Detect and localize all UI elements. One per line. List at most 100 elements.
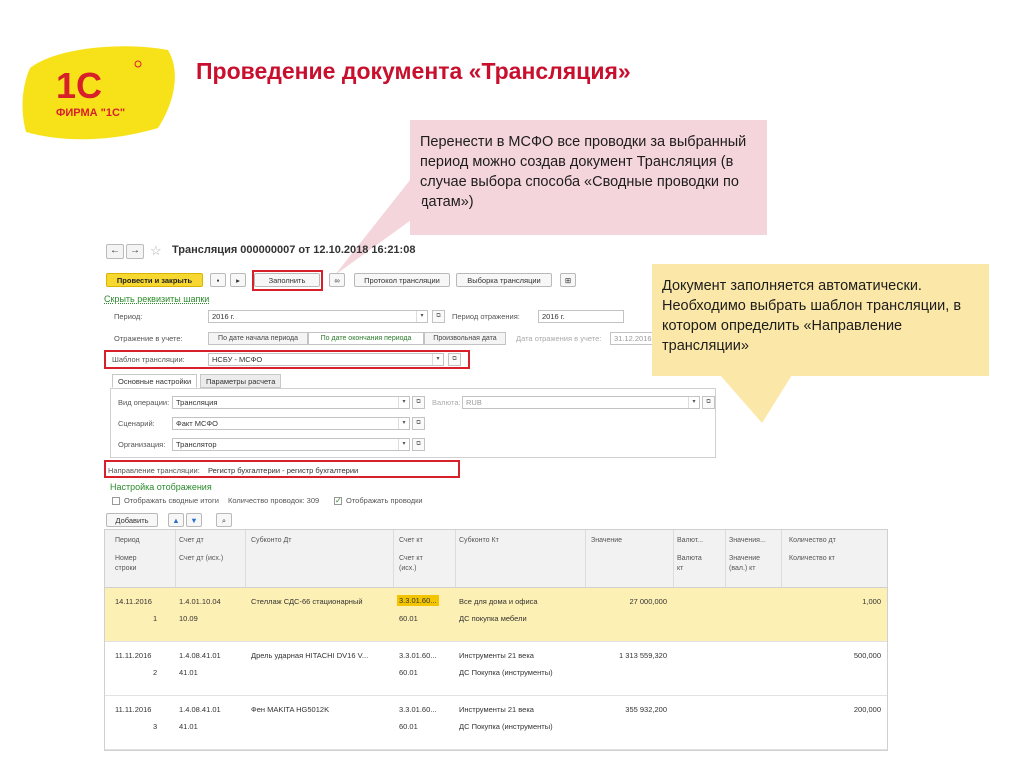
cell-acc-dt-src: 41.01 xyxy=(179,722,198,731)
tab-calc-params[interactable]: Параметры расчета xyxy=(200,374,282,388)
cell-acc-kt-src: 60.01 xyxy=(399,668,418,677)
col-curr-2b[interactable]: кт xyxy=(677,564,683,574)
fill-highlight xyxy=(252,270,323,291)
cell-sub-dt: Стеллаж СДС-66 стационарный xyxy=(251,597,363,606)
table-header: Период Номер строки Счет дт Счет дт (исх… xyxy=(105,530,887,588)
post-and-close-button[interactable]: Провести и закрыть xyxy=(106,273,203,287)
show-summary-checkbox[interactable] xyxy=(112,497,120,505)
col-val-curr-2b[interactable]: (вал.) кт xyxy=(729,564,756,574)
cell-date: 11.11.2016 xyxy=(115,651,152,660)
cell-qty: 200,000 xyxy=(853,705,881,714)
page-title: Проведение документа «Трансляция» xyxy=(196,58,631,84)
post-icon[interactable]: ▸ xyxy=(230,273,246,287)
cell-acc-kt: 3.3.01.60... xyxy=(399,651,437,660)
cell-acc-dt-src: 41.01 xyxy=(179,668,198,677)
period-field[interactable]: 2016 г. ▾ xyxy=(208,310,428,323)
show-entries-checkbox[interactable]: ✓ xyxy=(334,497,342,505)
cell-acc-dt-src: 10.09 xyxy=(179,614,198,623)
cell-num: 2 xyxy=(153,668,158,677)
logo-caption: ФИРМА "1С" xyxy=(56,107,125,119)
scenario-field[interactable]: Факт МСФО ▾ xyxy=(172,417,410,430)
seg-custom-date[interactable]: Произвольная дата xyxy=(424,332,506,345)
selection-button[interactable]: Выборка трансляции xyxy=(456,273,552,287)
structure-icon[interactable]: ⊞ xyxy=(560,273,576,287)
logo: 1С ФИРМА "1С" xyxy=(18,40,188,145)
col-sub-kt[interactable]: Субконто Кт xyxy=(459,536,499,546)
seg-by-end-date[interactable]: По дате окончания периода xyxy=(308,332,424,345)
cell-sub-dt: Фен MAKITA HG5012K xyxy=(251,705,330,714)
cell-date: 11.11.2016 xyxy=(115,705,152,714)
open-icon[interactable]: ⧉ xyxy=(702,396,715,409)
direction-highlight xyxy=(104,460,460,478)
col-row-no-1[interactable]: Номер xyxy=(115,554,137,564)
open-icon[interactable]: ⧉ xyxy=(412,417,425,430)
col-val-curr-2a[interactable]: Значение xyxy=(729,554,760,564)
dropdown-arrow-icon[interactable]: ▾ xyxy=(398,418,409,429)
col-acc-kt[interactable]: Счет кт xyxy=(399,536,423,546)
nav-forward-button[interactable]: → xyxy=(126,244,144,259)
table-row[interactable]: 11.11.2016 2 1.4.08.41.01 41.01 Дрель уд… xyxy=(105,642,887,696)
dropdown-arrow-icon[interactable]: ▾ xyxy=(416,311,427,322)
nav-back-button[interactable]: ← xyxy=(106,244,124,259)
search-icon[interactable]: ⌕ xyxy=(216,513,232,527)
table-row[interactable]: 11.11.2016 3 1.4.08.41.01 41.01 Фен MAKI… xyxy=(105,696,887,750)
cell-sub-kt-2: ДС Покупка (инструменты) xyxy=(459,668,553,677)
col-curr-1[interactable]: Валют... xyxy=(677,536,703,546)
period-label: Период: xyxy=(114,312,143,321)
callout-auto-fill: Документ заполняется автоматически. Необ… xyxy=(652,264,989,376)
col-curr-2a[interactable]: Валюта xyxy=(677,554,702,564)
show-summary-label: Отображать сводные итоги xyxy=(124,496,219,505)
open-icon[interactable]: ⧉ xyxy=(412,438,425,451)
col-acc-dt[interactable]: Счет дт xyxy=(179,536,204,546)
col-value[interactable]: Значение xyxy=(591,536,622,546)
favorite-star-icon[interactable]: ☆ xyxy=(150,243,162,259)
dropdown-arrow-icon[interactable]: ▾ xyxy=(688,397,699,408)
col-qty-kt[interactable]: Количество кт xyxy=(789,554,835,564)
col-sub-dt[interactable]: Субконто Дт xyxy=(251,536,291,546)
currency-field[interactable]: RUB ▾ xyxy=(462,396,700,409)
col-acc-dt-src[interactable]: Счет дт (исх.) xyxy=(179,554,223,564)
entries-count: Количество проводок: 309 xyxy=(228,496,320,505)
protocol-button[interactable]: Протокол трансляции xyxy=(354,273,450,287)
col-period[interactable]: Период xyxy=(115,536,140,546)
cell-num: 3 xyxy=(153,722,158,731)
cell-acc-kt[interactable]: 3.3.01.60... xyxy=(397,595,439,606)
operation-field[interactable]: Трансляция ▾ xyxy=(172,396,410,409)
col-acc-kt-src-1[interactable]: Счет кт xyxy=(399,554,423,564)
cell-num: 1 xyxy=(153,614,158,623)
cell-sub-dt: Дрель ударная HITACHI DV16 V... xyxy=(251,651,369,660)
cell-value: 355 932,200 xyxy=(625,705,667,714)
reflection-period-field[interactable]: 2016 г. xyxy=(538,310,624,323)
col-row-no-2[interactable]: строки xyxy=(115,564,136,574)
link-icon[interactable]: ∞ xyxy=(329,273,345,287)
cell-acc-kt: 3.3.01.60... xyxy=(399,705,437,714)
add-button[interactable]: Добавить xyxy=(106,513,158,527)
open-icon[interactable]: ⧉ xyxy=(432,310,445,323)
scenario-label: Сценарий: xyxy=(118,419,155,428)
cell-acc-dt: 1.4.08.41.01 xyxy=(179,705,221,714)
display-settings-link[interactable]: Настройка отображения xyxy=(110,482,212,492)
col-val-curr-1[interactable]: Значения... xyxy=(729,536,766,546)
table-row[interactable]: 14.11.2016 1 1.4.01.10.04 10.09 Стеллаж … xyxy=(105,588,887,642)
operation-value: Трансляция xyxy=(176,398,218,407)
save-icon[interactable]: ▪ xyxy=(210,273,226,287)
reflection-date-label: Дата отражения в учете: xyxy=(516,334,602,343)
entries-table: Период Номер строки Счет дт Счет дт (исх… xyxy=(104,529,888,751)
cell-acc-kt-src: 60.01 xyxy=(399,722,418,731)
hide-header-link[interactable]: Скрыть реквизиты шапки xyxy=(104,294,209,304)
col-acc-kt-src-2[interactable]: (исх.) xyxy=(399,564,417,574)
cell-value: 1 313 559,320 xyxy=(619,651,667,660)
dropdown-arrow-icon[interactable]: ▾ xyxy=(398,397,409,408)
move-up-icon[interactable]: ▲ xyxy=(168,513,184,527)
org-field[interactable]: Транслятор ▾ xyxy=(172,438,410,451)
open-icon[interactable]: ⧉ xyxy=(412,396,425,409)
document-title: Трансляция 000000007 от 12.10.2018 16:21… xyxy=(172,244,416,256)
move-down-icon[interactable]: ▼ xyxy=(186,513,202,527)
tab-main-settings[interactable]: Основные настройки xyxy=(112,374,198,388)
callout-yellow-pointer xyxy=(720,375,792,423)
cell-sub-kt-1: Инструменты 21 века xyxy=(459,651,534,660)
col-qty-dt[interactable]: Количество дт xyxy=(789,536,836,546)
seg-by-start-date[interactable]: По дате начала периода xyxy=(208,332,308,345)
template-highlight xyxy=(104,350,470,369)
dropdown-arrow-icon[interactable]: ▾ xyxy=(398,439,409,450)
